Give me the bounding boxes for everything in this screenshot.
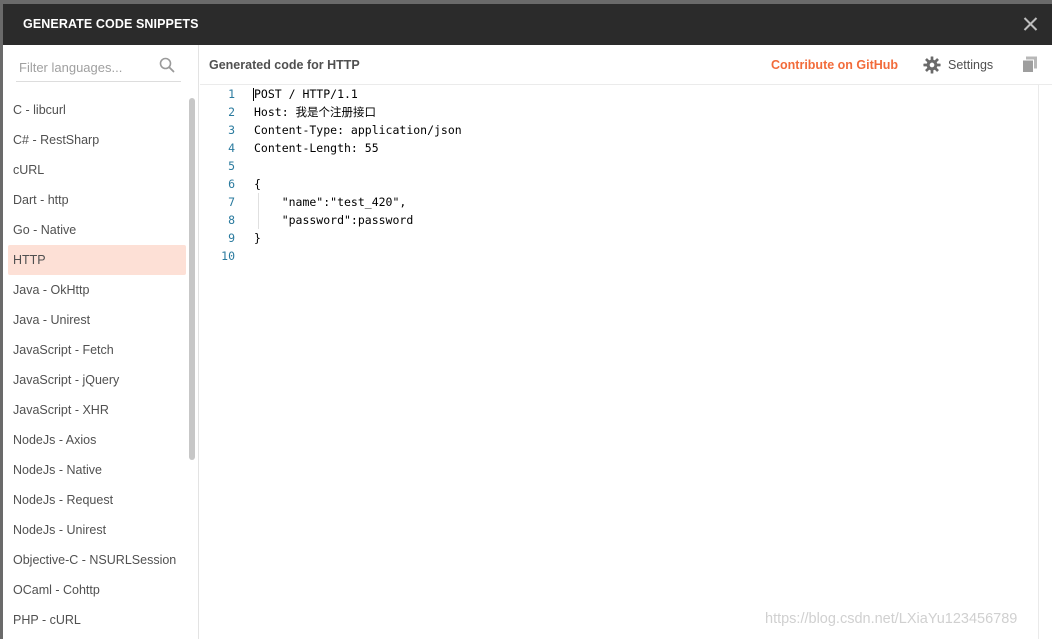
code-line: 4 Content-Length: 55 (200, 139, 1000, 157)
copy-icon[interactable] (1022, 56, 1038, 73)
sidebar-scrollbar[interactable] (189, 98, 195, 460)
close-icon[interactable] (1020, 13, 1042, 35)
language-item[interactable]: Java - OkHttp (8, 275, 186, 305)
code-text: "name":"test_420", (254, 195, 407, 209)
code-text: Host: 我是个注册接口 (254, 105, 377, 119)
search-icon[interactable] (159, 57, 175, 73)
line-number: 3 (228, 123, 235, 137)
language-item[interactable]: JavaScript - jQuery (8, 365, 186, 395)
watermark: https://blog.csdn.net/LXiaYu123456789 (765, 611, 1018, 627)
language-list: C - libcurl C# - RestSharp cURL Dart - http… (8, 95, 186, 635)
language-item[interactable]: NodeJs - Native (8, 455, 186, 485)
line-number: 6 (228, 177, 235, 191)
contribute-github-link[interactable]: Contribute on GitHub (771, 58, 898, 72)
modal-header: GENERATE CODE SNIPPETS (3, 0, 1052, 45)
code-line: 5 (200, 157, 1000, 175)
filter-box (16, 53, 181, 82)
language-item[interactable]: JavaScript - XHR (8, 395, 186, 425)
text-cursor (253, 88, 254, 101)
line-number: 4 (228, 141, 235, 155)
code-line: 6{ (200, 175, 1000, 193)
line-number: 1 (228, 87, 235, 101)
code-text: Content-Type: application/json (254, 123, 462, 137)
code-snippets-modal: GENERATE CODE SNIPPETS C - libcurlC# - R… (0, 0, 1052, 639)
code-editor[interactable]: 1 POST / HTTP/1.1 2 Host: 我是个注册接口 3 Content-T… (200, 85, 1038, 639)
language-item[interactable]: NodeJs - Request (8, 485, 186, 515)
language-item[interactable]: PHP - cURL (8, 605, 186, 635)
line-number: 10 (221, 249, 235, 263)
code-line: 3 Content-Type: application/json (200, 121, 1000, 139)
language-item[interactable]: NodeJs - Unirest (8, 515, 186, 545)
modal-title: GENERATE CODE SNIPPETS (23, 17, 199, 31)
language-item[interactable]: OCaml - Cohttp (8, 575, 186, 605)
language-item[interactable]: Java - Unirest (8, 305, 186, 335)
language-item[interactable]: Objective-C - NSURLSession (8, 545, 186, 575)
generated-code-title: Generated code for HTTP (209, 58, 360, 72)
code-line: 8 "password":password (200, 211, 1000, 229)
language-sidebar: C - libcurlC# - RestSharpcURLDart - http… (3, 45, 199, 639)
editor-scrollbar-track[interactable] (1038, 85, 1052, 639)
code-line: 7 "name":"test_420", (200, 193, 1000, 211)
language-item[interactable]: Go - Native (8, 215, 186, 245)
content-header: Generated code for HTTP Contribute on Gi… (200, 45, 1052, 85)
code-text: Content-Length: 55 (254, 141, 379, 155)
settings-button[interactable]: Settings (923, 55, 993, 75)
line-number: 8 (228, 213, 235, 227)
code-text: { (254, 177, 261, 191)
code-line: 2 Host: 我是个注册接口 (200, 103, 1000, 121)
gear-icon (923, 56, 941, 74)
filter-languages-input[interactable] (16, 57, 151, 77)
language-item[interactable]: JavaScript - Fetch (8, 335, 186, 365)
line-number: 5 (228, 159, 235, 173)
code-line: 9} (200, 229, 1000, 247)
language-item[interactable]: C# - RestSharp (8, 125, 186, 155)
line-number: 7 (228, 195, 235, 209)
language-item[interactable]: C - libcurl (8, 95, 186, 125)
code-text: "password":password (254, 213, 414, 227)
language-item[interactable]: NodeJs - Axios (8, 425, 186, 455)
code-text: POST / HTTP/1.1 (254, 87, 358, 101)
code-text: } (254, 231, 261, 245)
language-item[interactable]: Dart - http (8, 185, 186, 215)
line-number: 9 (228, 231, 235, 245)
language-item[interactable]: HTTP (8, 245, 186, 275)
line-number: 2 (228, 105, 235, 119)
code-line: 10 (200, 247, 1000, 265)
language-item[interactable]: cURL (8, 155, 186, 185)
settings-label: Settings (948, 58, 994, 72)
code-line: 1 POST / HTTP/1.1 (200, 85, 1000, 103)
